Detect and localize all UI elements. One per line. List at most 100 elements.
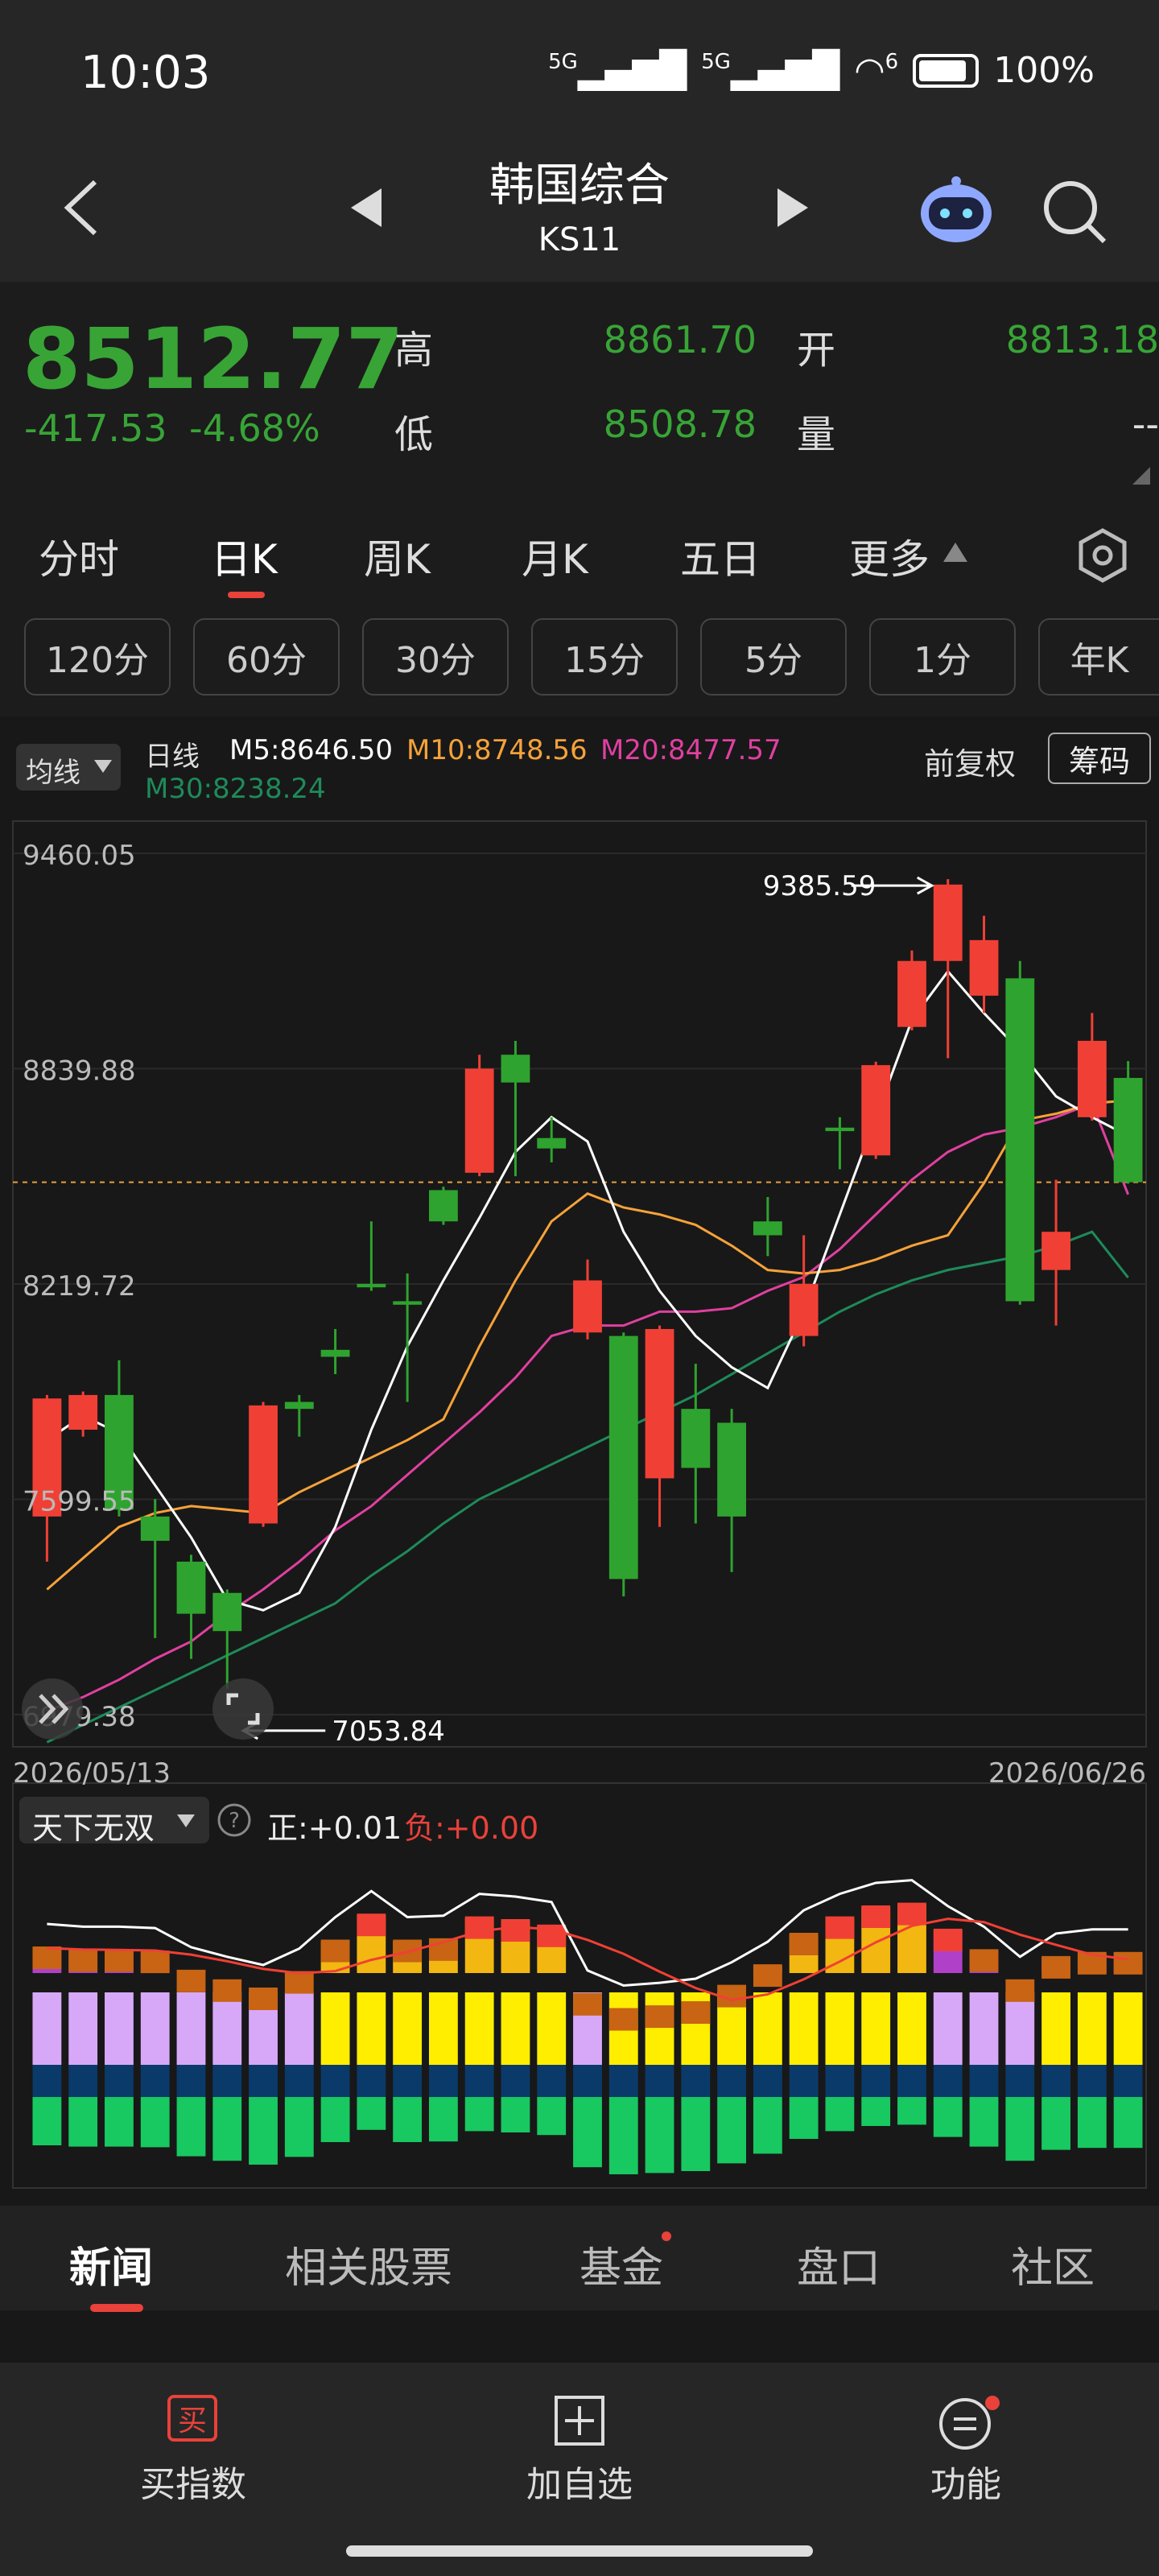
tab-funds[interactable]: 基金 [580,2234,663,2294]
chip-button[interactable]: 筹码 [1048,733,1151,784]
indicator-neg-segment [393,2097,423,2142]
add-watchlist-icon[interactable] [554,2395,605,2446]
indicator-bar-segment [320,1992,350,2065]
indicator-neg-segment [428,2097,458,2142]
subtab-15min[interactable]: 15分 [531,618,678,696]
indicator-bar-cap [357,1913,386,1937]
indicator-bar-cap [825,1916,855,1939]
indicator-neg-segment [608,2065,638,2097]
prev-index-icon[interactable] [346,184,386,232]
candle-body [428,1190,458,1222]
tab-five-day[interactable]: 五日 [680,527,761,585]
candle-body [212,1592,242,1632]
fast-forward-icon[interactable] [19,1676,85,1742]
adjust-mode[interactable]: 前复权 [924,739,1016,783]
indicator-bar-segment [357,1992,386,2065]
indicator-bar-cap [320,1939,350,1963]
indicator-lines [47,1879,1128,2002]
signal-icon: 5G▂▄▆█ [548,50,687,91]
candle-body [464,1068,494,1173]
indicator-neg-segment [464,2097,494,2132]
indicator-neg-segment [753,2097,782,2154]
price-change: -417.53 [24,407,167,450]
candle-body [861,1065,891,1156]
next-index-icon[interactable] [773,184,813,232]
indicator-bar-cap [933,1928,963,1951]
tab-monthly-k[interactable]: 月K [522,527,588,585]
indicator-neg-segment [140,2097,170,2148]
subtab-1min[interactable]: 1分 [869,618,1016,696]
y-tick-label: 8219.72 [23,1270,136,1302]
tab-daily-k[interactable]: 日K [211,527,278,585]
candle-body [140,1516,170,1542]
candle-body [753,1221,782,1236]
candle-body [1113,1078,1143,1183]
indicator-neg-segment [645,2065,674,2097]
home-indicator[interactable] [346,2545,813,2557]
indicator-neg-segment [789,2097,819,2139]
indicator-bar-segment [105,1992,134,2065]
caret-up-icon[interactable] [942,541,969,564]
expand-corner-icon[interactable] [1131,465,1152,486]
indicator-bar-segment [861,1992,891,2065]
indicator-neg-segment [320,2065,350,2097]
search-icon[interactable] [1038,175,1111,248]
help-icon[interactable]: ? [216,1802,253,1839]
tab-more[interactable]: 更多 [849,527,930,585]
indicator-neg-segment [176,2065,206,2097]
date-start-label: 2026/05/13 [13,1757,171,1790]
indicator-positive: 正:+0.01 [267,1810,402,1846]
subtab-yearly-k[interactable]: 年K [1038,618,1159,696]
indicator-bar-segment [825,1992,855,2065]
indicator-white-line [47,1879,1128,1988]
fullscreen-icon[interactable] [208,1676,278,1742]
volume-value: -- [1132,402,1159,446]
tab-related-stocks[interactable]: 相关股票 [285,2234,452,2294]
indicator-neg-segment [933,2065,963,2097]
indicator-bar-cap [464,1916,494,1939]
back-icon[interactable] [56,175,105,240]
menu-icon[interactable] [938,2395,1002,2450]
indicator-neg-segment [537,2065,567,2097]
indicator-bar-segment [933,1992,963,2065]
settings-icon[interactable] [1074,527,1131,584]
buy-icon[interactable]: 买 [167,2395,217,2442]
subtab-120min[interactable]: 120分 [24,618,171,696]
indicator-neg-segment [1005,2065,1035,2097]
candle-body [608,1335,638,1579]
tab-weekly-k[interactable]: 周K [364,527,431,585]
indicator-negative: 负:+0.00 [404,1810,539,1846]
ma5-value: M5:8646.50 [229,734,394,766]
svg-text:?: ? [229,1809,240,1833]
indicator-neg-segment [717,2097,747,2164]
indicator-bar-cap [68,1949,98,1972]
function-button[interactable]: 功能 [869,2455,1062,2507]
add-watchlist-button[interactable]: 加自选 [483,2455,676,2507]
indicator-name: 天下无双 [32,1810,155,1846]
subtab-30min[interactable]: 30分 [362,618,509,696]
indicator-neg-segment [357,2097,386,2130]
tab-community[interactable]: 社区 [1011,2234,1095,2294]
indicator-neg-segment [897,2097,926,2125]
indicator-neg-segment [933,2097,963,2137]
indicator-neg-segment [501,2065,530,2097]
price-change-pct: -4.68% [189,407,320,450]
tab-intraday[interactable]: 分时 [39,527,119,585]
kline-chart[interactable]: 9460.058839.888219.727599.556979.389385.… [0,805,1159,2206]
tab-news[interactable]: 新闻 [69,2234,153,2294]
subtab-60min[interactable]: 60分 [193,618,340,696]
indicator-neg-segment [68,2097,98,2147]
low-value: 8508.78 [603,402,757,446]
moving-average-lines [46,969,1130,1744]
indicator-bar-cap [140,1951,170,1974]
ma10-value: M10:8748.56 [406,734,588,766]
tab-order-book[interactable]: 盘口 [797,2234,881,2294]
buy-index-button[interactable]: 买指数 [97,2455,290,2507]
indicator-bar-cap [681,2001,711,2024]
subtab-5min[interactable]: 5分 [700,618,847,696]
indicator-neg-segment [573,2065,602,2097]
robot-assistant-icon[interactable] [916,173,996,246]
indicator-bar-segment [537,1992,567,2065]
candle-body [969,939,999,996]
line-type: 日线 [145,741,200,773]
